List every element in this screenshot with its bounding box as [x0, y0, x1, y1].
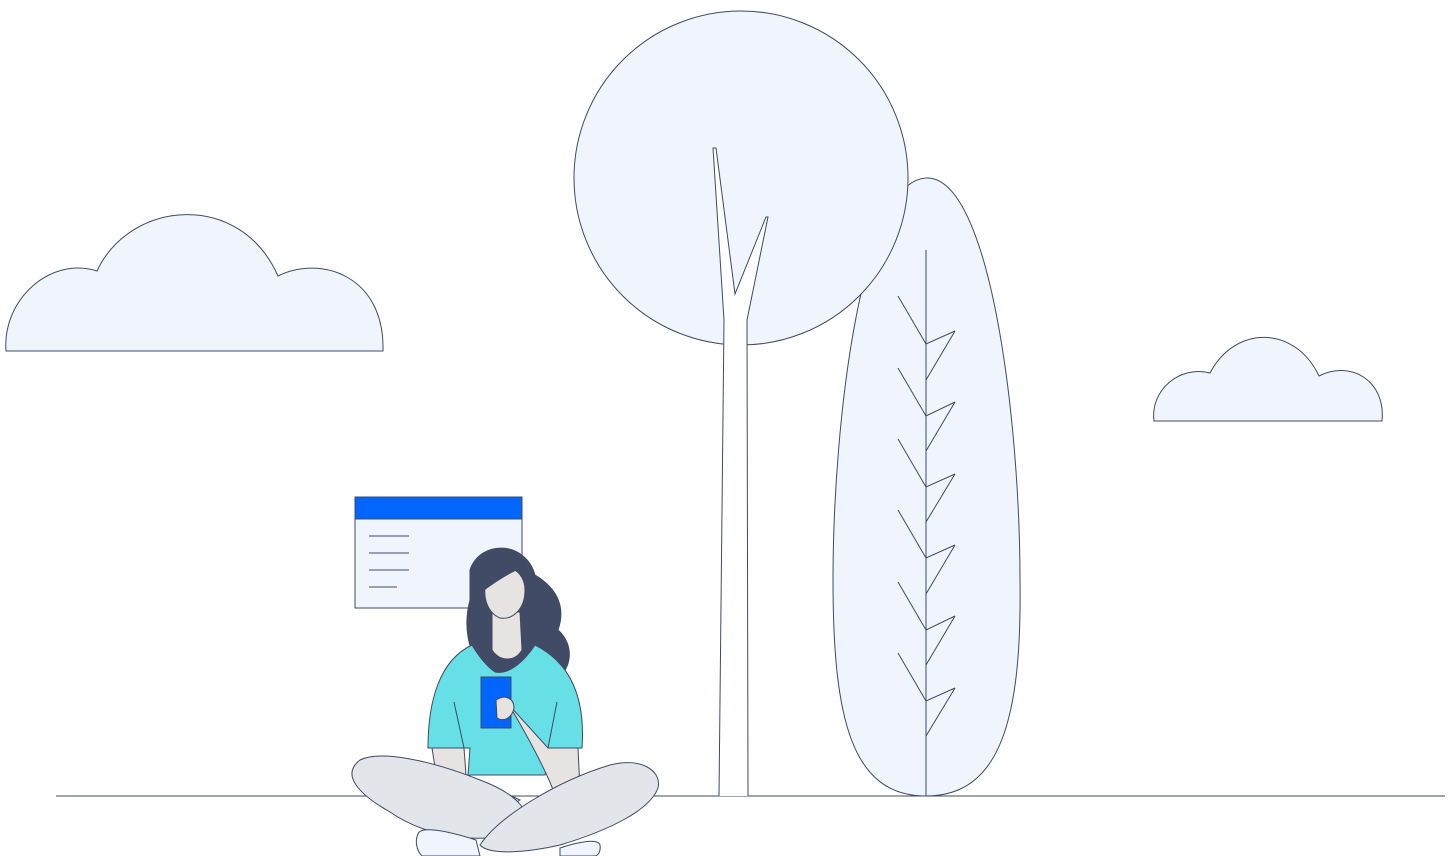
- cloud-left: [5, 214, 384, 352]
- cloud-right: [1153, 336, 1383, 422]
- illustration: [5, 10, 1445, 856]
